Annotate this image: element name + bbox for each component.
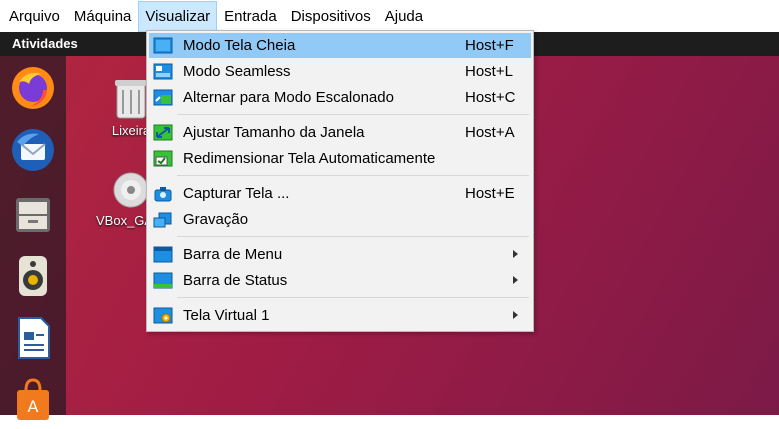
virtual-screen-icon bbox=[153, 306, 173, 325]
recording-icon bbox=[153, 210, 173, 229]
menu-item-statusbar[interactable]: Barra de Status bbox=[149, 268, 531, 293]
menu-separator bbox=[177, 297, 529, 298]
firefox-icon[interactable] bbox=[9, 64, 57, 112]
menu-dispositivos[interactable]: Dispositivos bbox=[284, 1, 378, 32]
scaled-mode-icon bbox=[153, 88, 173, 107]
menu-item-shortcut: Host+L bbox=[465, 63, 513, 80]
menu-item-seamless[interactable]: Modo Seamless Host+L bbox=[149, 59, 531, 84]
menu-item-menubar[interactable]: Barra de Menu bbox=[149, 242, 531, 267]
menu-separator bbox=[177, 114, 529, 115]
activities-button[interactable]: Atividades bbox=[12, 36, 78, 51]
thunderbird-icon[interactable] bbox=[9, 126, 57, 174]
fullscreen-icon bbox=[153, 36, 173, 55]
submenu-arrow-icon bbox=[513, 311, 518, 319]
view-menu-dropdown: Modo Tela Cheia Host+F Modo Seamless Hos… bbox=[146, 30, 534, 332]
trash-icon bbox=[115, 80, 147, 119]
files-icon[interactable] bbox=[9, 190, 57, 238]
menu-item-label: Redimensionar Tela Automaticamente bbox=[183, 150, 436, 167]
menu-item-shortcut: Host+F bbox=[465, 37, 514, 54]
auto-resize-icon bbox=[153, 149, 173, 168]
menu-entrada[interactable]: Entrada bbox=[217, 1, 284, 32]
menu-item-shortcut: Host+C bbox=[465, 89, 516, 106]
dock: A bbox=[0, 56, 66, 420]
menu-item-adjust-window[interactable]: Ajustar Tamanho da Janela Host+A bbox=[149, 120, 531, 145]
screenshot-icon bbox=[153, 184, 173, 203]
menu-item-label: Capturar Tela ... bbox=[183, 185, 290, 202]
menu-item-label: Alternar para Modo Escalonado bbox=[183, 89, 394, 106]
menu-visualizar[interactable]: Visualizar bbox=[138, 0, 218, 32]
menu-ajuda[interactable]: Ajuda bbox=[378, 1, 430, 32]
menu-item-auto-resize[interactable]: Redimensionar Tela Automaticamente bbox=[149, 146, 531, 171]
menu-item-shortcut: Host+A bbox=[465, 124, 515, 141]
menu-item-virtual-screen[interactable]: Tela Virtual 1 bbox=[149, 303, 531, 328]
statusbar-icon bbox=[153, 271, 173, 290]
menubar: Arquivo Máquina Visualizar Entrada Dispo… bbox=[0, 0, 779, 32]
menu-item-scaled-mode[interactable]: Alternar para Modo Escalonado Host+C bbox=[149, 85, 531, 110]
menubar-icon bbox=[153, 245, 173, 264]
menu-separator bbox=[177, 175, 529, 176]
software-icon[interactable]: A bbox=[9, 376, 57, 424]
menu-item-label: Barra de Menu bbox=[183, 246, 283, 263]
menu-item-label: Modo Seamless bbox=[183, 63, 291, 80]
rhythmbox-icon[interactable] bbox=[9, 252, 57, 300]
menu-arquivo[interactable]: Arquivo bbox=[2, 1, 67, 32]
writer-icon[interactable] bbox=[9, 314, 57, 362]
menu-separator bbox=[177, 236, 529, 237]
cd-icon bbox=[113, 172, 149, 208]
menu-item-label: Ajustar Tamanho da Janela bbox=[183, 124, 365, 141]
adjust-window-icon bbox=[153, 123, 173, 142]
menu-item-label: Modo Tela Cheia bbox=[183, 37, 296, 54]
menu-maquina[interactable]: Máquina bbox=[67, 1, 139, 32]
menu-item-fullscreen[interactable]: Modo Tela Cheia Host+F bbox=[149, 33, 531, 58]
menu-item-label: Barra de Status bbox=[183, 272, 288, 289]
seamless-icon bbox=[153, 62, 173, 81]
menu-item-recording[interactable]: Gravação bbox=[149, 207, 531, 232]
menu-item-label: Gravação bbox=[183, 211, 249, 228]
menu-item-label: Tela Virtual 1 bbox=[183, 307, 270, 324]
submenu-arrow-icon bbox=[513, 250, 518, 258]
menu-item-shortcut: Host+E bbox=[465, 185, 515, 202]
submenu-arrow-icon bbox=[513, 276, 518, 284]
svg-text:A: A bbox=[28, 397, 39, 416]
menu-item-screenshot[interactable]: Capturar Tela ... Host+E bbox=[149, 181, 531, 206]
